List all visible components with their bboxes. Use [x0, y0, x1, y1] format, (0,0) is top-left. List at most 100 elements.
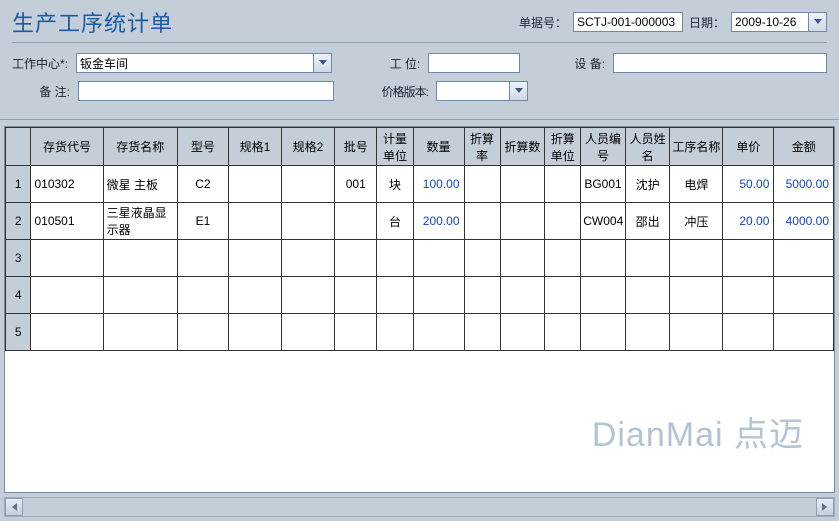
cell-code[interactable]: 010501 [31, 203, 103, 240]
cell-proc[interactable]: 电焊 [670, 166, 723, 203]
cell-price[interactable]: 20.00 [723, 203, 774, 240]
cell-cqty[interactable] [500, 240, 545, 277]
cell-qty[interactable] [413, 240, 464, 277]
cell-cunit[interactable] [545, 314, 581, 351]
cell-code[interactable] [31, 277, 103, 314]
cell-batch[interactable] [335, 240, 377, 277]
col-header[interactable]: 批号 [335, 128, 377, 166]
cell-spec1[interactable] [228, 277, 281, 314]
col-header[interactable]: 计量单位 [377, 128, 413, 166]
cell-price[interactable] [723, 314, 774, 351]
col-header[interactable]: 存货名称 [103, 128, 177, 166]
table-row[interactable]: 3 [6, 240, 834, 277]
cell-amt[interactable]: 4000.00 [774, 203, 834, 240]
cell-price[interactable] [723, 277, 774, 314]
cell-crate[interactable] [464, 240, 500, 277]
cell-pname[interactable]: 沈护 [625, 166, 670, 203]
cell-pno[interactable]: CW004 [581, 203, 626, 240]
cell-code[interactable]: 010302 [31, 166, 103, 203]
col-header[interactable]: 人员编号 [581, 128, 626, 166]
cell-code[interactable] [31, 314, 103, 351]
cell-cunit[interactable] [545, 240, 581, 277]
cell-spec2[interactable] [281, 314, 334, 351]
cell-spec1[interactable] [228, 314, 281, 351]
col-header[interactable]: 规格1 [228, 128, 281, 166]
cell-proc[interactable] [670, 314, 723, 351]
col-header[interactable]: 金额 [774, 128, 834, 166]
remark-input[interactable] [78, 81, 334, 101]
cell-batch[interactable]: 001 [335, 166, 377, 203]
cell-crate[interactable] [464, 203, 500, 240]
cell-unit[interactable] [377, 240, 413, 277]
cell-model[interactable]: C2 [177, 166, 228, 203]
cell-spec2[interactable] [281, 203, 334, 240]
device-input[interactable] [613, 53, 827, 73]
cell-crate[interactable] [464, 277, 500, 314]
cell-cunit[interactable] [545, 203, 581, 240]
scroll-right-button[interactable] [816, 498, 834, 516]
cell-amt[interactable]: 5000.00 [774, 166, 834, 203]
position-input[interactable] [428, 53, 520, 73]
price-ver-input[interactable] [436, 81, 510, 101]
cell-cqty[interactable] [500, 277, 545, 314]
cell-pno[interactable] [581, 277, 626, 314]
cell-crate[interactable] [464, 314, 500, 351]
date-dropdown-button[interactable] [809, 12, 827, 32]
price-ver-dropdown-button[interactable] [510, 81, 528, 101]
col-header[interactable]: 单价 [723, 128, 774, 166]
work-center-input[interactable] [76, 53, 314, 73]
col-header[interactable]: 数量 [413, 128, 464, 166]
cell-spec2[interactable] [281, 277, 334, 314]
cell-pname[interactable] [625, 240, 670, 277]
cell-name[interactable]: 微星 主板 [103, 166, 177, 203]
cell-batch[interactable] [335, 203, 377, 240]
cell-unit[interactable] [377, 314, 413, 351]
scroll-left-button[interactable] [5, 498, 23, 516]
cell-cqty[interactable] [500, 203, 545, 240]
cell-spec1[interactable] [228, 203, 281, 240]
cell-pno[interactable] [581, 240, 626, 277]
cell-pname[interactable] [625, 314, 670, 351]
cell-batch[interactable] [335, 314, 377, 351]
cell-code[interactable] [31, 240, 103, 277]
cell-name[interactable] [103, 314, 177, 351]
date-input[interactable] [731, 12, 809, 32]
table-row[interactable]: 2010501三星液晶显示器E1台200.00CW004邵出冲压20.00400… [6, 203, 834, 240]
cell-spec2[interactable] [281, 240, 334, 277]
col-header[interactable]: 工序名称 [670, 128, 723, 166]
table-row[interactable]: 5 [6, 314, 834, 351]
table-row[interactable]: 1010302微星 主板C2001块100.00BG001沈护电焊50.0050… [6, 166, 834, 203]
cell-amt[interactable] [774, 240, 834, 277]
cell-qty[interactable]: 200.00 [413, 203, 464, 240]
cell-proc[interactable] [670, 240, 723, 277]
col-header[interactable]: 规格2 [281, 128, 334, 166]
col-header[interactable]: 折算数 [500, 128, 545, 166]
cell-spec2[interactable] [281, 166, 334, 203]
cell-model[interactable] [177, 314, 228, 351]
cell-pno[interactable] [581, 314, 626, 351]
cell-price[interactable]: 50.00 [723, 166, 774, 203]
cell-cunit[interactable] [545, 277, 581, 314]
col-header[interactable]: 存货代号 [31, 128, 103, 166]
cell-amt[interactable] [774, 314, 834, 351]
cell-proc[interactable] [670, 277, 723, 314]
cell-unit[interactable] [377, 277, 413, 314]
cell-name[interactable]: 三星液晶显示器 [103, 203, 177, 240]
cell-pname[interactable] [625, 277, 670, 314]
cell-crate[interactable] [464, 166, 500, 203]
cell-model[interactable] [177, 240, 228, 277]
cell-qty[interactable] [413, 314, 464, 351]
table-row[interactable]: 4 [6, 277, 834, 314]
col-header[interactable]: 折算率 [464, 128, 500, 166]
col-header[interactable]: 折算单位 [545, 128, 581, 166]
cell-model[interactable] [177, 277, 228, 314]
doc-no-input[interactable] [573, 12, 683, 32]
cell-cunit[interactable] [545, 166, 581, 203]
cell-batch[interactable] [335, 277, 377, 314]
cell-price[interactable] [723, 240, 774, 277]
cell-proc[interactable]: 冲压 [670, 203, 723, 240]
cell-cqty[interactable] [500, 314, 545, 351]
col-header[interactable]: 人员姓名 [625, 128, 670, 166]
cell-name[interactable] [103, 240, 177, 277]
cell-model[interactable]: E1 [177, 203, 228, 240]
